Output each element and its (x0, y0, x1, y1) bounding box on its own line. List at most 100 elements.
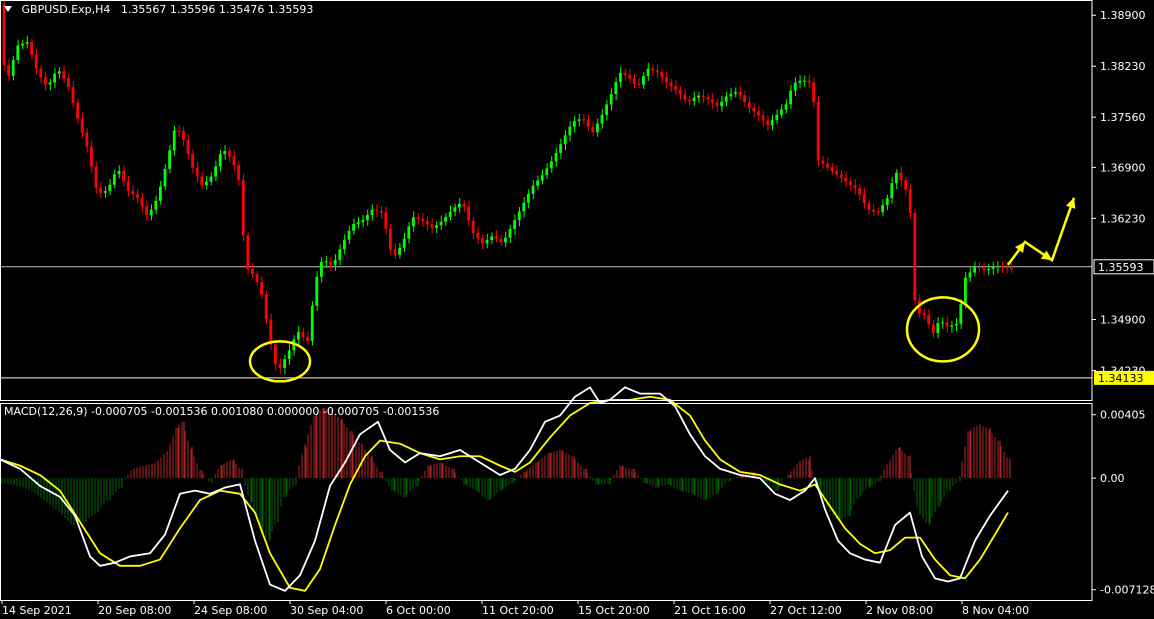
candle-body (706, 97, 710, 100)
candle-body (715, 102, 719, 107)
candle-body (7, 65, 10, 76)
candle-body (692, 97, 696, 102)
candle-body (136, 194, 139, 198)
chart-canvas[interactable]: 1.38900 1.38230 1.37560 1.36900 1.36230 1.355… (0, 0, 1154, 619)
candle-body (711, 99, 714, 103)
candle-body (278, 364, 282, 368)
candle-body (315, 276, 319, 306)
price-tick-label: 1.38900 (1100, 9, 1146, 22)
time-tick-label: 6 Oct 00:00 (386, 604, 451, 617)
candle-body (922, 313, 926, 316)
candle-body (531, 185, 535, 194)
candle-body (200, 176, 204, 186)
candle-body (936, 323, 940, 334)
candle-body (747, 102, 751, 108)
candle-body (614, 82, 618, 95)
candle-body (573, 120, 576, 127)
candle-body (186, 139, 190, 154)
candle-body (177, 130, 181, 132)
candle-body (540, 175, 544, 181)
candle-body (145, 206, 148, 216)
candle-body (826, 163, 829, 168)
candle-body (471, 220, 475, 233)
candle-body (766, 120, 769, 126)
candle-body (384, 212, 388, 229)
chart-header: GBPUSD.Exp,H4 1.35567 1.35596 1.35476 1.… (4, 3, 313, 16)
candle-body (964, 277, 967, 304)
candle-body (899, 172, 903, 181)
candle-body (789, 90, 792, 105)
candle-body (651, 68, 654, 71)
candle-body (591, 126, 595, 133)
candle-body (462, 203, 466, 207)
price-tick-label: 1.37560 (1100, 111, 1146, 124)
candle-body (752, 107, 756, 112)
candle-body (678, 89, 682, 95)
candle-body (775, 114, 779, 121)
candle-body (90, 146, 93, 167)
candle-body (904, 180, 907, 190)
candle-body (862, 194, 866, 204)
candle-body (973, 267, 976, 273)
candle-body (30, 41, 33, 55)
candle-body (849, 181, 852, 185)
symbol-label: GBPUSD.Exp,H4 (21, 3, 111, 16)
candle-body (140, 197, 144, 207)
candle-body (412, 217, 415, 227)
candle-body (927, 315, 930, 325)
candle-body (858, 188, 861, 195)
candle-body (669, 82, 673, 87)
candle-body (476, 232, 480, 239)
candle-body (347, 230, 351, 240)
candle-body (895, 172, 898, 184)
candle-body (867, 203, 871, 210)
candle-body (398, 247, 401, 255)
candle-body (223, 151, 227, 155)
candle-body (821, 160, 825, 164)
candle-body (232, 156, 236, 165)
candle-body (306, 337, 309, 341)
candle-body (48, 82, 52, 85)
candle-body (154, 200, 158, 210)
candle-body (21, 43, 24, 46)
candle-body (467, 206, 470, 221)
time-tick-label: 14 Sep 2021 (2, 604, 72, 617)
candle-body (996, 266, 999, 268)
candle-body (389, 228, 392, 250)
current-price-label: 1.35593 (1098, 261, 1144, 274)
candle-body (228, 151, 231, 157)
candle-body (803, 80, 806, 82)
triangle-down-icon[interactable] (4, 6, 12, 12)
candle-body (1000, 266, 1004, 268)
candle-body (117, 171, 121, 175)
candle-body (508, 228, 512, 238)
candle-body (71, 87, 75, 103)
candle-body (407, 226, 411, 239)
candle-body (743, 95, 746, 103)
candle-body (881, 205, 884, 213)
candle-body (876, 211, 880, 213)
macd-tick-label: 0.00 (1100, 472, 1125, 485)
candle-body (255, 274, 259, 283)
candle-body (76, 102, 79, 119)
time-tick-label: 11 Oct 20:00 (482, 604, 554, 617)
candle-body (402, 238, 406, 248)
candle-body (103, 191, 107, 193)
candle-body (665, 77, 668, 83)
candle-body (209, 176, 213, 182)
candle-body (283, 359, 286, 368)
candle-body (62, 71, 66, 79)
candle-body (527, 194, 530, 203)
candle-body (950, 325, 953, 327)
candle-body (269, 319, 273, 345)
candle-body (333, 259, 337, 265)
candle-body (241, 179, 245, 236)
candle-body (237, 164, 240, 180)
candle-body (724, 96, 728, 102)
candle-body (761, 115, 765, 121)
candle-body (628, 74, 631, 79)
candle-body (458, 203, 461, 208)
candle-body (559, 144, 562, 153)
candle-body (812, 82, 815, 102)
candle-body (159, 186, 162, 201)
